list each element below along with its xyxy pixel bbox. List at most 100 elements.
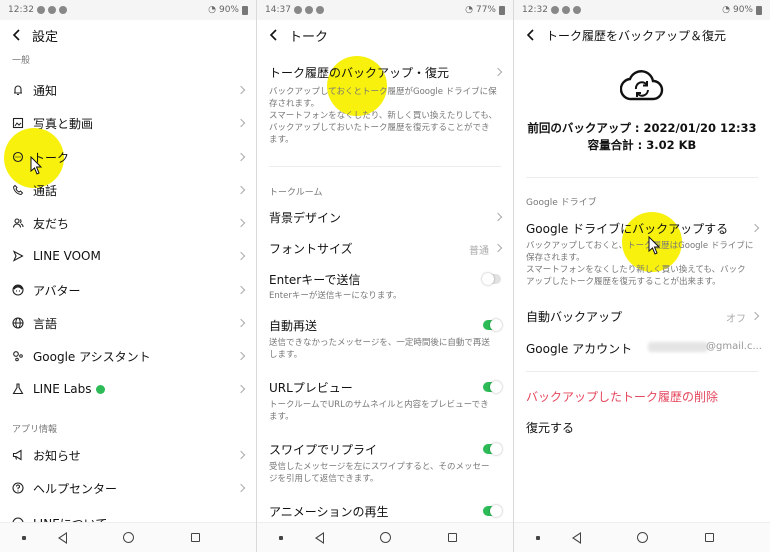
swipe-reply-toggle[interactable] <box>483 443 502 455</box>
backup-to-drive-title: Google ドライブにバックアップする <box>526 222 729 236</box>
settings-item-label: 言語 <box>33 316 58 331</box>
chevron-right-icon <box>750 311 760 321</box>
notification-icon <box>561 6 570 14</box>
battery-icon <box>756 5 762 15</box>
settings-item-avatar[interactable]: アバター <box>0 279 256 301</box>
auto-backup-value: オフ <box>726 314 746 325</box>
section-general: 一般 <box>12 56 31 66</box>
status-time: 14:37 <box>265 5 291 15</box>
swipe-reply-label: スワイプでリプライ <box>269 443 378 457</box>
settings-item-label: ヘルプセンター <box>33 481 118 496</box>
settings-item-google-assistant[interactable]: Google アシスタント <box>0 345 256 367</box>
page-title: トーク履歴をバックアップ＆復元 <box>546 28 727 43</box>
nav-menu-icon[interactable] <box>22 536 26 540</box>
divider <box>526 177 758 178</box>
settings-item-help[interactable]: ヘルプセンター <box>0 477 256 499</box>
delete-backup-button[interactable]: バックアップしたトーク履歴の削除 <box>526 388 718 405</box>
auto-resend-label: 自動再送 <box>269 319 318 333</box>
chat-icon <box>12 151 24 163</box>
status-bar: 12:32 ◔ 90% <box>0 0 256 20</box>
notification-icon <box>58 6 67 14</box>
chevron-right-icon <box>236 483 246 493</box>
notification-icon <box>36 6 45 14</box>
enter-send-label: Enterキーで送信 <box>269 273 361 287</box>
chevron-right-icon <box>236 384 246 394</box>
enter-send-desc: Enterキーが送信キーになります。 <box>269 291 402 301</box>
settings-item-label: LINE Labs <box>33 382 92 396</box>
nav-home-icon[interactable] <box>123 532 134 543</box>
nav-back-icon[interactable] <box>315 532 324 544</box>
friends-icon <box>12 217 24 229</box>
settings-item-line-labs[interactable]: LINE Labs <box>0 378 256 400</box>
cursor-icon <box>30 156 43 175</box>
animation-toggle[interactable] <box>483 505 502 517</box>
page-title: トーク <box>289 29 329 45</box>
settings-item-label: LINE VOOM <box>33 249 101 263</box>
enter-send-toggle[interactable] <box>482 273 501 285</box>
chevron-right-icon <box>750 223 760 233</box>
cloud-sync-icon <box>620 70 664 101</box>
backup-restore-panel: 12:32 ◔ 90% トーク履歴をバックアップ＆復元 前回のバックアップ : 2… <box>514 0 770 552</box>
settings-item-friends[interactable]: 友だち <box>0 212 256 234</box>
chevron-right-icon <box>236 285 246 295</box>
last-backup-text: 前回のバックアップ : 2022/01/20 12:33 <box>527 121 757 135</box>
nav-recents-icon[interactable] <box>705 533 714 542</box>
settings-item-language[interactable]: 言語 <box>0 312 256 334</box>
chevron-right-icon <box>493 212 503 222</box>
android-nav-bar <box>514 522 770 552</box>
avatar-icon <box>12 284 24 296</box>
nav-recents-icon[interactable] <box>448 533 457 542</box>
page-title: 設定 <box>32 29 59 45</box>
section-talkroom: トークルーム <box>269 188 323 198</box>
nav-home-icon[interactable] <box>637 532 648 543</box>
status-battery: 90% <box>218 5 239 15</box>
backup-restore-title: トーク履歴のバックアップ・復元 <box>269 66 450 80</box>
total-size-text: 容量合計 : 3.02 KB <box>587 138 697 152</box>
divider <box>269 166 501 167</box>
settings-panel: 12:32 ◔ 90% 設定 一般 通知 写真と動画 トーク 通話 友だち LIN… <box>0 0 256 552</box>
wifi-icon: ◔ <box>722 5 730 15</box>
nav-menu-icon[interactable] <box>536 536 540 540</box>
back-arrow-icon[interactable] <box>12 29 22 41</box>
settings-item-notifications[interactable]: 通知 <box>0 79 256 101</box>
megaphone-icon <box>12 449 24 461</box>
restore-button[interactable]: 復元する <box>526 419 574 436</box>
chevron-right-icon <box>236 351 246 361</box>
backup-to-drive-desc: バックアップしておくと、トーク履歴はGoogle ドライブに保存されます。 スマ… <box>526 241 754 287</box>
settings-item-label: Google アシスタント <box>33 349 151 364</box>
settings-item-calls[interactable]: 通話 <box>0 179 256 201</box>
google-account-value: @gmail.c... <box>706 341 762 352</box>
auto-resend-toggle[interactable] <box>483 319 502 331</box>
assistant-icon <box>12 350 24 362</box>
settings-item-label: アバター <box>33 283 81 298</box>
notification-icon <box>293 6 302 14</box>
notification-icon <box>572 6 581 14</box>
chevron-right-icon <box>236 185 246 195</box>
flask-icon <box>12 383 24 395</box>
talk-settings-panel: 14:37 ◔ 77% トーク トーク履歴のバックアップ・復元 バックアップしてお… <box>257 0 513 552</box>
nav-back-icon[interactable] <box>572 532 581 544</box>
nav-menu-icon[interactable] <box>279 536 283 540</box>
status-battery: 77% <box>475 5 496 15</box>
wifi-icon: ◔ <box>208 5 216 15</box>
google-account-label: Google アカウント <box>526 342 633 356</box>
nav-recents-icon[interactable] <box>191 533 200 542</box>
swipe-reply-desc: 受信したメッセージを左にスワイプすると、そのメッセージを引用して返信できます。 <box>269 462 490 484</box>
back-arrow-icon[interactable] <box>526 29 536 41</box>
redacted-email <box>648 342 708 352</box>
status-bar: 12:32 ◔ 90% <box>514 0 770 20</box>
status-battery: 90% <box>732 5 753 15</box>
back-arrow-icon[interactable] <box>269 29 279 41</box>
nav-back-icon[interactable] <box>58 532 67 544</box>
settings-item-news[interactable]: お知らせ <box>0 444 256 466</box>
header: トーク履歴をバックアップ＆復元 <box>514 21 770 49</box>
header: トーク <box>257 21 513 49</box>
settings-item-line-voom[interactable]: LINE VOOM <box>0 245 256 267</box>
settings-item-label: 友だち <box>33 216 70 231</box>
phone-icon <box>12 184 24 196</box>
nav-home-icon[interactable] <box>380 532 391 543</box>
header: 設定 <box>0 21 256 49</box>
url-preview-toggle[interactable] <box>483 381 502 393</box>
status-time: 12:32 <box>8 5 34 15</box>
android-nav-bar <box>257 522 513 552</box>
